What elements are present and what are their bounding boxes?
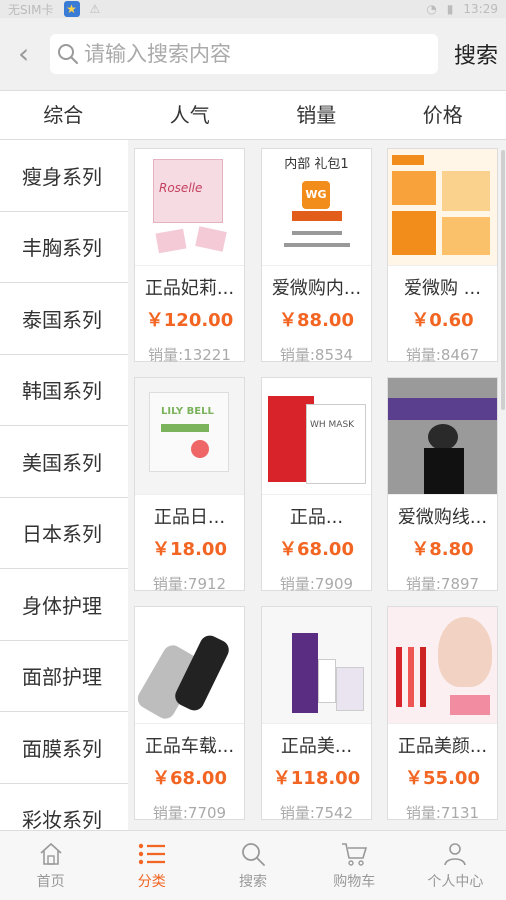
product-sales: 销量:7131: [405, 804, 480, 822]
product-card[interactable]: 正品美颜... ￥55.00 销量:7131: [387, 606, 498, 822]
nav-home[interactable]: 首页: [0, 831, 101, 900]
search-box[interactable]: [50, 34, 438, 74]
product-price: ￥18.00: [152, 539, 227, 560]
product-image: [388, 149, 497, 266]
product-sales: 销量:8534: [279, 346, 354, 364]
sort-tabs: 综合 人气 销量 价格: [0, 90, 506, 140]
nav-search[interactable]: 搜索: [202, 831, 303, 900]
battery-icon: ▮: [446, 2, 454, 16]
sidebar-item[interactable]: 韩国系列: [0, 355, 128, 426]
tab-comprehensive[interactable]: 综合: [0, 91, 127, 139]
nav-search-label: 搜索: [239, 873, 267, 890]
product-name: 爱微购内...: [271, 278, 362, 299]
search-icon: [242, 842, 265, 866]
product-image: [388, 607, 497, 724]
user-icon: [444, 842, 467, 865]
product-price: ￥55.00: [405, 768, 480, 789]
product-price: ￥8.80: [411, 539, 474, 560]
product-name: 爱微购 ...: [404, 278, 481, 299]
product-card[interactable]: 内部 礼包1 WG 爱微购内... ￥88.00 销量:8534: [261, 148, 372, 364]
star-icon: ★: [63, 1, 80, 17]
product-grid: Roselle 正品妃莉... ￥120.00 销量:13221 内部 礼包1 …: [128, 140, 506, 830]
product-sales: 销量:7912: [152, 575, 227, 593]
product-image: 内部 礼包1 WG: [262, 149, 371, 266]
product-name: 正品美...: [280, 736, 353, 757]
product-card[interactable]: 爱微购线... ￥8.80 销量:7897: [387, 377, 498, 593]
tab-sales[interactable]: 销量: [253, 91, 380, 139]
product-name: 爱微购线...: [397, 507, 488, 528]
product-price: ￥68.00: [279, 539, 354, 560]
product-price: ￥120.00: [145, 310, 234, 331]
product-price: ￥88.00: [279, 310, 354, 331]
product-image-label: Roselle: [159, 181, 203, 195]
home-icon: [40, 842, 62, 865]
product-sales: 销量:8467: [405, 346, 480, 364]
category-sidebar: 瘦身系列 丰胸系列 泰国系列 韩国系列 美国系列 日本系列 身体护理 面部护理 …: [0, 140, 128, 830]
sidebar-item[interactable]: 丰胸系列: [0, 212, 128, 283]
product-image: [262, 607, 371, 724]
product-card[interactable]: WH MASK 正品... ￥68.00 销量:7909: [261, 377, 372, 593]
warning-icon: ⚠: [89, 2, 101, 16]
sidebar-item[interactable]: 瘦身系列: [0, 140, 128, 212]
carrier-text: 无SIM卡: [8, 2, 54, 17]
list-icon: [138, 843, 165, 864]
sidebar-item[interactable]: 日本系列: [0, 498, 128, 569]
scrollbar[interactable]: [501, 150, 505, 410]
sidebar-item[interactable]: 泰国系列: [0, 283, 128, 355]
product-sales: 销量:7542: [279, 804, 354, 822]
clock-text: 13:29: [463, 2, 498, 16]
search-input[interactable]: [84, 42, 414, 66]
product-price: ￥0.60: [411, 310, 474, 331]
product-name: 正品日...: [153, 507, 226, 528]
status-bar: 无SIM卡 ★ ⚠ ◔ ▮ 13:29: [0, 0, 506, 18]
product-card[interactable]: 正品美... ￥118.00 销量:7542: [261, 606, 372, 822]
product-name: 正品妃莉...: [144, 278, 235, 299]
cart-icon: [342, 842, 368, 866]
nav-cart[interactable]: 购物车: [304, 831, 405, 900]
product-card[interactable]: 正品车载... ￥68.00 销量:7709: [134, 606, 245, 822]
sidebar-item[interactable]: 身体护理: [0, 569, 128, 641]
product-image: [135, 607, 244, 724]
product-price: ￥118.00: [272, 768, 361, 789]
chevron-left-icon[interactable]: ‹: [18, 40, 46, 68]
nav-category[interactable]: 分类: [101, 831, 202, 900]
nav-cart-label: 购物车: [333, 873, 376, 890]
product-name: 正品...: [289, 507, 344, 528]
sidebar-item[interactable]: 美国系列: [0, 426, 128, 498]
sidebar-item[interactable]: 面膜系列: [0, 712, 128, 784]
nav-profile[interactable]: 个人中心: [405, 831, 506, 900]
search-icon: [58, 44, 78, 64]
product-card[interactable]: 爱微购 ... ￥0.60 销量:8467: [387, 148, 498, 364]
product-image-label: LILY BELL: [161, 406, 214, 417]
search-header: ‹ 搜索: [0, 18, 506, 90]
wifi-icon: ◔: [426, 2, 437, 16]
nav-home-label: 首页: [36, 873, 65, 890]
product-image-label: WH MASK: [310, 420, 355, 430]
product-card[interactable]: Roselle 正品妃莉... ￥120.00 销量:13221: [134, 148, 245, 364]
tab-popularity[interactable]: 人气: [127, 91, 254, 139]
product-sales: 销量:7709: [152, 804, 227, 822]
sidebar-item[interactable]: 彩妆系列: [0, 784, 128, 830]
product-sales: 销量:7897: [405, 575, 480, 593]
search-button[interactable]: 搜索: [454, 38, 498, 70]
product-price: ￥68.00: [152, 768, 227, 789]
nav-profile-label: 个人中心: [427, 873, 484, 890]
sidebar-item[interactable]: 面部护理: [0, 641, 128, 712]
tab-price[interactable]: 价格: [380, 91, 506, 139]
product-card[interactable]: LILY BELL 正品日... ￥18.00 销量:7912: [134, 377, 245, 593]
product-image-label: 内部 礼包1: [284, 157, 349, 172]
product-image: LILY BELL: [135, 378, 244, 495]
bottom-nav: 首页 分类 搜索 购物车 个人中心: [0, 830, 506, 900]
app: 无SIM卡 ★ ⚠ ◔ ▮ 13:29 ‹ 搜索 综合 人气 销量 价格 瘦身系…: [0, 0, 506, 900]
product-name: 正品美颜...: [397, 736, 488, 757]
product-image: [388, 378, 497, 495]
product-name: 正品车载...: [144, 736, 235, 757]
product-sales: 销量:13221: [148, 346, 231, 364]
product-image: Roselle: [135, 149, 244, 266]
nav-category-label: 分类: [137, 873, 166, 890]
product-image: WH MASK: [262, 378, 371, 495]
product-sales: 销量:7909: [279, 575, 354, 593]
